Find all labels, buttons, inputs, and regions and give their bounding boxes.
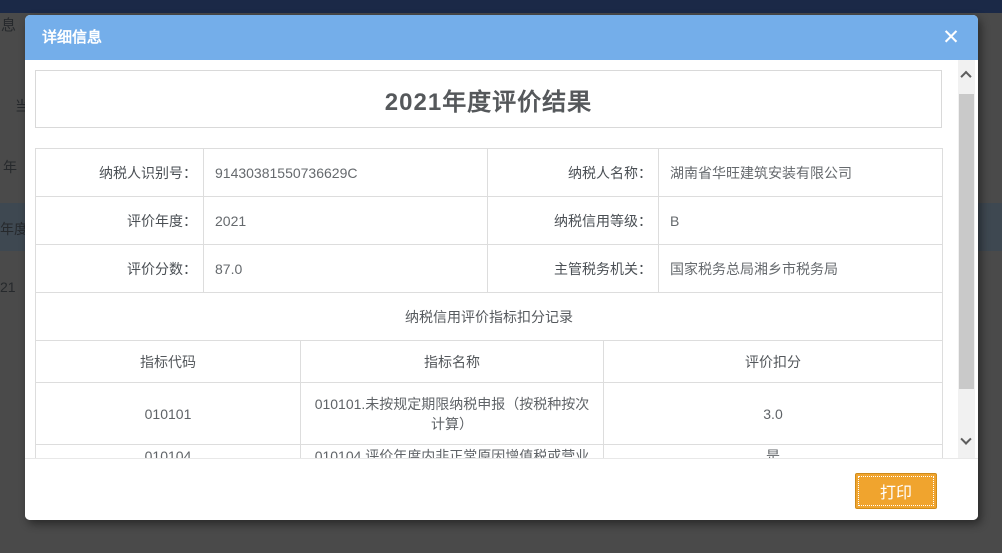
credit-grade-label: 纳税信用等级：	[488, 197, 659, 245]
table-row: 纳税信用评价指标扣分记录	[36, 293, 943, 341]
credit-grade-value: B	[659, 197, 943, 245]
table-row: 评价分数： 87.0 主管税务机关： 国家税务总局湘乡市税务局	[36, 245, 943, 293]
detail-dialog: 详细信息 ✕ 2021年度评价结果 纳税人识别号： 91430381550736…	[25, 15, 978, 520]
table-row: 010101 010101.未按规定期限纳税申报（按税种按次计算） 3.0	[36, 383, 943, 445]
eval-score-value: 87.0	[204, 245, 488, 293]
dialog-footer: 打印	[25, 458, 978, 520]
scrollbar-thumb[interactable]	[959, 94, 974, 389]
vertical-scrollbar[interactable]	[958, 60, 975, 458]
report-title: 2021年度评价结果	[385, 82, 592, 117]
column-header-score: 评价扣分	[604, 341, 943, 383]
table-row: 评价年度： 2021 纳税信用等级： B	[36, 197, 943, 245]
dialog-content: 2021年度评价结果 纳税人识别号： 91430381550736629C 纳税…	[35, 70, 942, 458]
taxpayer-id-value: 91430381550736629C	[204, 149, 488, 197]
background-text-fragment: 年	[3, 157, 17, 177]
deduction-table: 指标代码 指标名称 评价扣分 010101 010101.未按规定期限纳税申报（…	[35, 340, 943, 458]
deduction-code: 010101	[36, 383, 301, 445]
taxpayer-name-value: 湖南省华旺建筑安装有限公司	[659, 149, 943, 197]
column-header-code: 指标代码	[36, 341, 301, 383]
background-text-fragment: 21	[0, 279, 16, 295]
taxpayer-info-table: 纳税人识别号： 91430381550736629C 纳税人名称： 湖南省华旺建…	[35, 148, 943, 341]
background-text-fragment: 年度	[0, 219, 28, 239]
deduction-code: 010104	[36, 445, 301, 459]
table-row: 010104 010104.评价年度内非正常原因增值税或营业税 是	[36, 445, 943, 459]
dialog-title: 详细信息	[42, 15, 102, 60]
column-header-name: 指标名称	[301, 341, 604, 383]
table-header-row: 指标代码 指标名称 评价扣分	[36, 341, 943, 383]
eval-year-value: 2021	[204, 197, 488, 245]
scroll-up-icon[interactable]	[962, 71, 971, 80]
dialog-body: 2021年度评价结果 纳税人识别号： 91430381550736629C 纳税…	[25, 60, 978, 458]
deduction-score: 是	[604, 445, 943, 459]
background-top-bar	[0, 0, 1002, 13]
report-title-box: 2021年度评价结果	[35, 70, 942, 128]
scroll-down-icon[interactable]	[962, 438, 971, 447]
eval-score-label: 评价分数：	[36, 245, 204, 293]
tax-authority-label: 主管税务机关：	[488, 245, 659, 293]
taxpayer-id-label: 纳税人识别号：	[36, 149, 204, 197]
print-button[interactable]: 打印	[855, 473, 937, 509]
taxpayer-name-label: 纳税人名称：	[488, 149, 659, 197]
table-row: 纳税人识别号： 91430381550736629C 纳税人名称： 湖南省华旺建…	[36, 149, 943, 197]
deduction-section-title: 纳税信用评价指标扣分记录	[36, 293, 943, 341]
deduction-name: 010104.评价年度内非正常原因增值税或营业税	[301, 445, 604, 459]
eval-year-label: 评价年度：	[36, 197, 204, 245]
tax-authority-value: 国家税务总局湘乡市税务局	[659, 245, 943, 293]
page-overlay: 息 当 年 年度 21 详细信息 ✕ 2021年度评价结果 纳税人识别号： 91…	[0, 0, 1002, 553]
deduction-name: 010101.未按规定期限纳税申报（按税种按次计算）	[301, 383, 604, 445]
background-text-fragment: 息	[1, 14, 16, 35]
dialog-header[interactable]: 详细信息 ✕	[25, 15, 978, 60]
deduction-score: 3.0	[604, 383, 943, 445]
close-icon[interactable]: ✕	[938, 25, 964, 51]
